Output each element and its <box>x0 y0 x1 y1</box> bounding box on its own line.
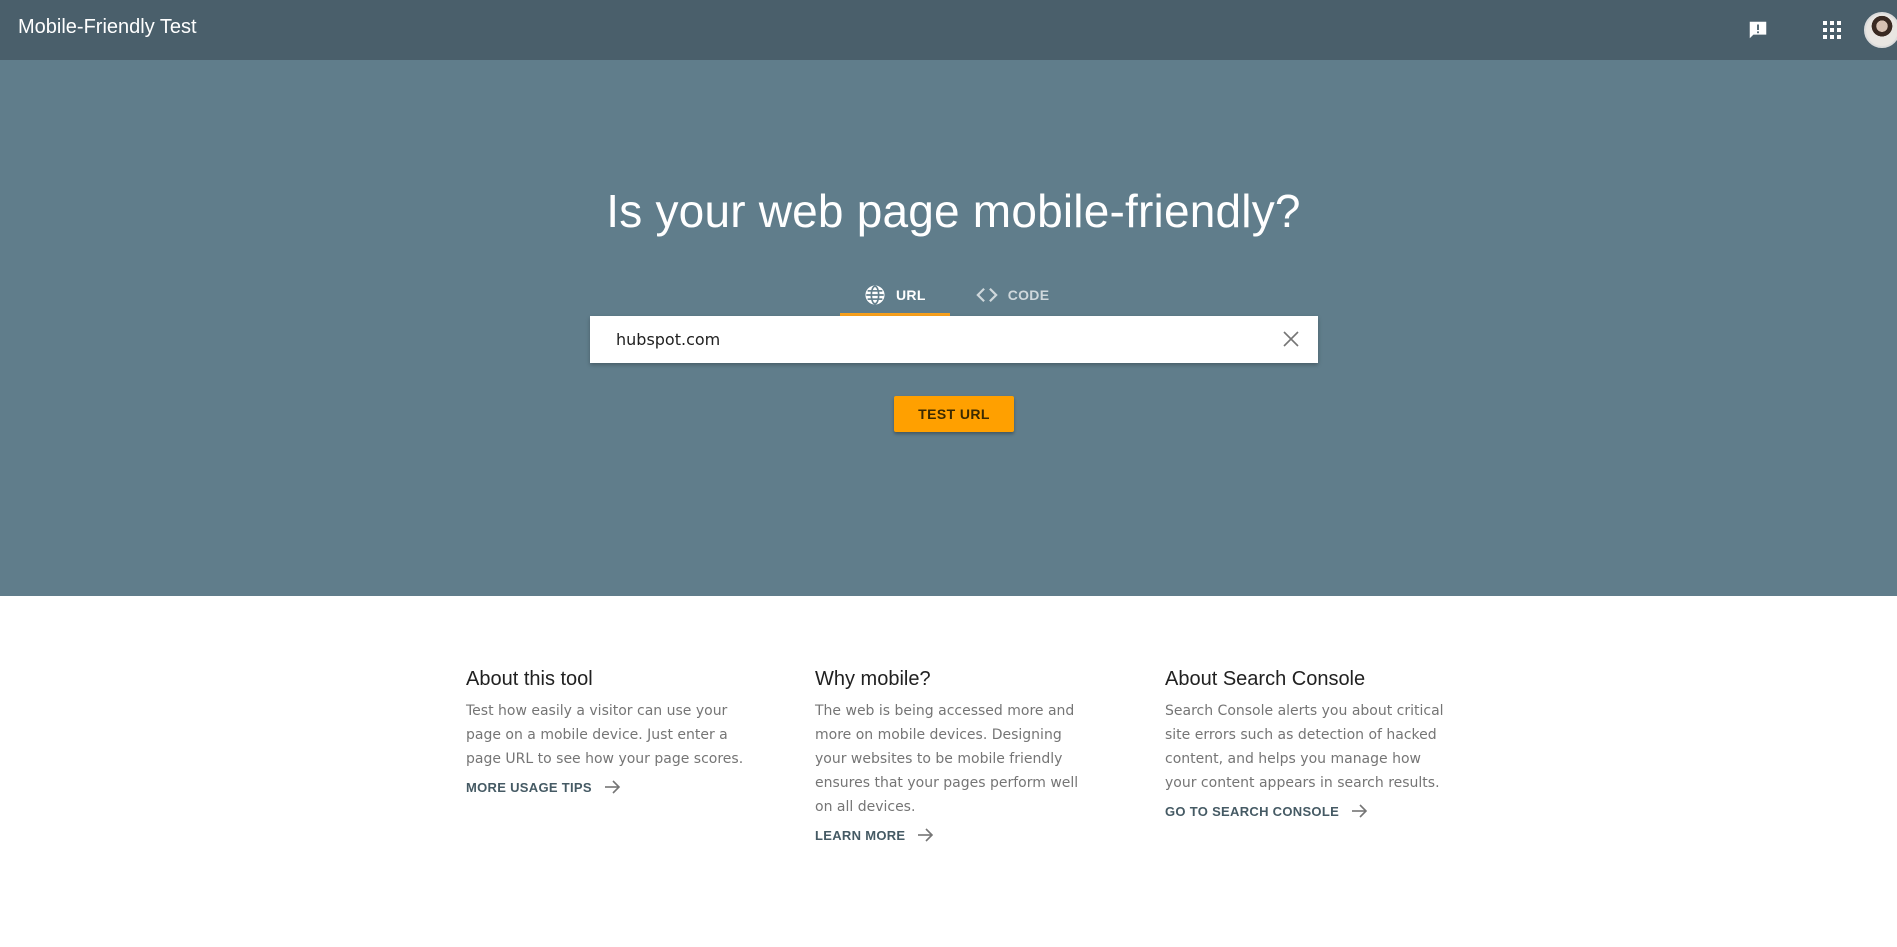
info-about-search-console: About Search Console Search Console aler… <box>1165 668 1447 821</box>
arrow-right-icon <box>915 825 935 845</box>
link-label: MORE USAGE TIPS <box>466 779 592 795</box>
info-heading: About this tool <box>466 668 593 690</box>
apps-grid-icon[interactable] <box>1819 17 1845 43</box>
user-avatar[interactable] <box>1864 12 1897 48</box>
arrow-right-icon <box>1349 801 1369 821</box>
go-to-search-console-link[interactable]: GO TO SEARCH CONSOLE <box>1165 801 1369 821</box>
input-mode-tabs: URL CODE <box>840 274 1073 316</box>
tab-url-label: URL <box>896 287 926 303</box>
learn-more-link[interactable]: LEARN MORE <box>815 825 935 845</box>
test-url-button[interactable]: TEST URL <box>894 396 1014 432</box>
info-heading: About Search Console <box>1165 668 1366 690</box>
info-about-tool: About this tool Test how easily a visito… <box>466 668 756 797</box>
url-input-container <box>590 316 1318 363</box>
app-title: Mobile-Friendly Test <box>18 16 197 38</box>
clear-icon[interactable] <box>1280 328 1302 350</box>
code-icon <box>975 284 998 306</box>
arrow-right-icon <box>602 777 622 797</box>
hero-title: Is your web page mobile-friendly? <box>606 185 1301 237</box>
tab-code[interactable]: CODE <box>952 274 1074 316</box>
link-label: GO TO SEARCH CONSOLE <box>1165 803 1340 819</box>
url-input[interactable] <box>614 319 1254 360</box>
feedback-icon[interactable] <box>1745 17 1771 43</box>
tab-code-label: CODE <box>1007 287 1050 303</box>
info-body: The web is being accessed more and more … <box>815 703 1079 815</box>
more-usage-tips-link[interactable]: MORE USAGE TIPS <box>466 777 622 797</box>
hero-section: Is your web page mobile-friendly? URL CO… <box>0 60 1897 596</box>
tab-url[interactable]: URL <box>840 274 950 316</box>
info-body: Search Console alerts you about critical… <box>1165 703 1444 791</box>
info-body: Test how easily a visitor can use your p… <box>466 703 744 767</box>
globe-icon <box>864 284 886 306</box>
info-why-mobile: Why mobile? The web is being accessed mo… <box>815 668 1095 845</box>
top-app-bar: Mobile-Friendly Test <box>0 0 1897 60</box>
info-heading: Why mobile? <box>815 668 931 690</box>
link-label: LEARN MORE <box>815 827 906 843</box>
